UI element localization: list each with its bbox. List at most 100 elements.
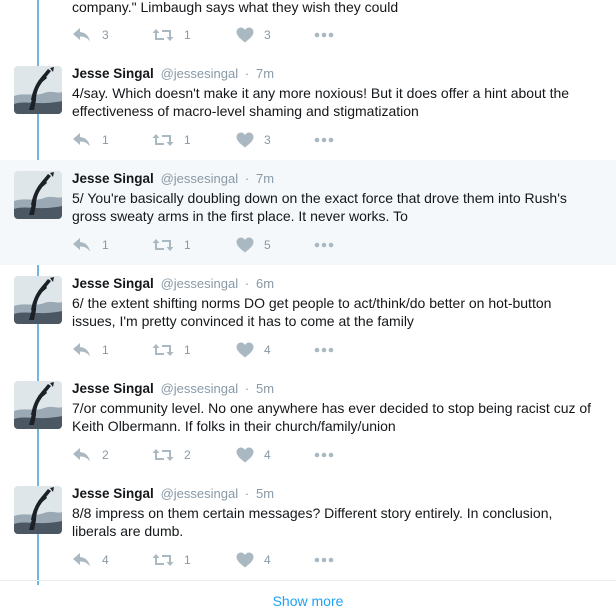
reply-button[interactable]: 2 [72,445,109,465]
divider [0,580,616,581]
avatar-image [14,276,62,324]
author-name[interactable]: Jesse Singal [72,276,154,291]
retweet-count: 1 [184,133,191,147]
retweet-count: 1 [184,238,191,252]
like-button[interactable]: 3 [236,25,271,45]
author-name[interactable]: Jesse Singal [72,381,154,396]
like-button[interactable]: 4 [236,445,271,465]
separator-dot: · [244,171,250,186]
like-button[interactable]: 3 [236,130,271,150]
avatar[interactable] [14,381,62,429]
separator-dot: · [244,486,250,501]
retweet-button[interactable]: 1 [152,235,191,255]
retweet-count: 1 [184,28,191,42]
tweet-header: Jesse Singal @jessesingal · 7m [72,171,274,186]
author-name[interactable]: Jesse Singal [72,486,154,501]
like-count: 4 [264,553,271,567]
avatar[interactable] [14,486,62,534]
retweet-icon [152,132,174,148]
avatar-image [14,486,62,534]
reply-icon [72,132,92,148]
tweet[interactable]: Jesse Singal @jessesingal · 7m 5/ You're… [0,160,616,265]
author-handle[interactable]: @jessesingal [161,486,239,501]
tweet-header: Jesse Singal @jessesingal · 5m [72,381,274,396]
tweet-header: Jesse Singal @jessesingal · 6m [72,276,274,291]
reply-button[interactable]: 1 [72,235,109,255]
retweet-count: 1 [184,553,191,567]
retweet-button[interactable]: 2 [152,445,191,465]
like-count: 3 [264,28,271,42]
retweet-count: 1 [184,343,191,357]
more-button[interactable] [314,340,334,360]
author-name[interactable]: Jesse Singal [72,66,154,81]
author-handle[interactable]: @jessesingal [161,381,239,396]
heart-icon [236,237,254,253]
author-name[interactable]: Jesse Singal [72,171,154,186]
reply-button[interactable]: 1 [72,340,109,360]
more-button[interactable] [314,550,334,570]
retweet-count: 2 [184,448,191,462]
timestamp[interactable]: 5m [256,486,274,501]
reply-count: 2 [102,448,109,462]
retweet-button[interactable]: 1 [152,550,191,570]
more-button[interactable] [314,130,334,150]
tweet-text: 6/ the extent shifting norms DO get peop… [72,295,552,329]
separator-dot: · [244,381,250,396]
avatar[interactable] [14,276,62,324]
more-icon [314,557,334,563]
show-more-link[interactable]: Show more [0,593,616,609]
tweet-text: company." Limbaugh says what they wish t… [72,0,399,15]
retweet-button[interactable]: 1 [152,340,191,360]
like-button[interactable]: 4 [236,550,271,570]
retweet-button[interactable]: 1 [152,25,191,45]
more-button[interactable] [314,235,334,255]
retweet-icon [152,342,174,358]
reply-icon [72,237,92,253]
reply-button[interactable]: 4 [72,550,109,570]
tweet[interactable]: Jesse Singal @jessesingal · 6m 6/ the ex… [0,265,616,370]
like-count: 3 [264,133,271,147]
timestamp[interactable]: 7m [256,171,274,186]
reply-count: 1 [102,238,109,252]
like-count: 5 [264,238,271,252]
author-handle[interactable]: @jessesingal [161,171,239,186]
reply-icon [72,27,92,43]
more-button[interactable] [314,25,334,45]
like-button[interactable]: 5 [236,235,271,255]
reply-count: 3 [102,28,109,42]
more-icon [314,137,334,143]
author-handle[interactable]: @jessesingal [161,66,239,81]
tweet-header: Jesse Singal @jessesingal · 7m [72,66,274,81]
reply-count: 1 [102,133,109,147]
timestamp[interactable]: 7m [256,66,274,81]
like-count: 4 [264,343,271,357]
retweet-icon [152,27,174,43]
heart-icon [236,132,254,148]
tweet-partial[interactable]: company." Limbaugh says what they wish t… [0,0,616,56]
tweet-header: Jesse Singal @jessesingal · 5m [72,486,274,501]
more-button[interactable] [314,445,334,465]
avatar-image [14,171,62,219]
like-button[interactable]: 4 [236,340,271,360]
reply-count: 1 [102,343,109,357]
timestamp[interactable]: 6m [256,276,274,291]
avatar[interactable] [14,66,62,114]
heart-icon [236,447,254,463]
retweet-icon [152,447,174,463]
avatar-image [14,381,62,429]
reply-count: 4 [102,553,109,567]
tweet-text: 7/or community level. No one anywhere ha… [72,400,592,434]
reply-button[interactable]: 3 [72,25,109,45]
avatar[interactable] [14,171,62,219]
heart-icon [236,552,254,568]
author-handle[interactable]: @jessesingal [161,276,239,291]
separator-dot: · [244,66,250,81]
tweet[interactable]: Jesse Singal @jessesingal · 5m 7/or comm… [0,370,616,475]
timestamp[interactable]: 5m [256,381,274,396]
tweet[interactable]: Jesse Singal @jessesingal · 7m 4/say. Wh… [0,56,616,160]
reply-button[interactable]: 1 [72,130,109,150]
tweet-text: 4/say. Which doesn't make it any more no… [72,85,570,119]
tweet[interactable]: Jesse Singal @jessesingal · 5m 8/8 impre… [0,475,616,580]
avatar-image [14,66,62,114]
retweet-button[interactable]: 1 [152,130,191,150]
